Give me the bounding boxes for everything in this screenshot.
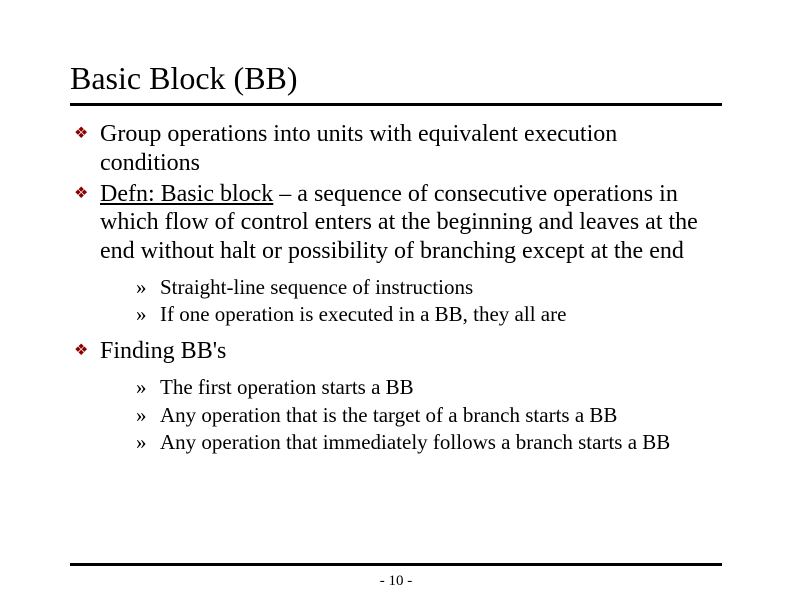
sub-item: » The first operation starts a BB xyxy=(100,374,722,400)
bullet-text: Group operations into units with equival… xyxy=(100,121,617,176)
sub-list: » The first operation starts a BB » Any … xyxy=(100,374,722,455)
chevron-bullet-icon: » xyxy=(136,274,147,300)
sub-text: Any operation that immediately follows a… xyxy=(160,430,670,454)
definition-label: Defn: Basic block xyxy=(100,181,273,207)
sub-item: » Straight-line sequence of instructions xyxy=(100,274,722,300)
page-number: - 10 - xyxy=(0,573,792,590)
diamond-bullet-icon: ❖ xyxy=(74,126,88,142)
footer-underline xyxy=(70,563,722,566)
slide: Basic Block (BB) ❖ Group operations into… xyxy=(0,0,792,612)
sub-item: » If one operation is executed in a BB, … xyxy=(100,301,722,327)
bullet-text: Defn: Basic block – a sequence of consec… xyxy=(100,181,698,265)
sub-text: Straight-line sequence of instructions xyxy=(160,275,473,299)
bullet-item: ❖ Defn: Basic block – a sequence of cons… xyxy=(70,180,722,328)
bullet-text: Finding BB's xyxy=(100,338,226,364)
diamond-bullet-icon: ❖ xyxy=(74,186,88,202)
title-underline xyxy=(70,103,722,106)
sub-item: » Any operation that is the target of a … xyxy=(100,402,722,428)
bullet-item: ❖ Finding BB's » The first operation sta… xyxy=(70,337,722,455)
sub-text: The first operation starts a BB xyxy=(160,375,414,399)
chevron-bullet-icon: » xyxy=(136,374,147,400)
diamond-bullet-icon: ❖ xyxy=(74,343,88,359)
bullet-list: ❖ Group operations into units with equiv… xyxy=(70,120,722,455)
sub-item: » Any operation that immediately follows… xyxy=(100,429,722,455)
chevron-bullet-icon: » xyxy=(136,402,147,428)
sub-text: If one operation is executed in a BB, th… xyxy=(160,302,566,326)
sub-list: » Straight-line sequence of instructions… xyxy=(100,274,722,328)
bullet-item: ❖ Group operations into units with equiv… xyxy=(70,120,722,178)
chevron-bullet-icon: » xyxy=(136,301,147,327)
sub-text: Any operation that is the target of a br… xyxy=(160,403,617,427)
chevron-bullet-icon: » xyxy=(136,429,147,455)
slide-title: Basic Block (BB) xyxy=(70,60,722,97)
